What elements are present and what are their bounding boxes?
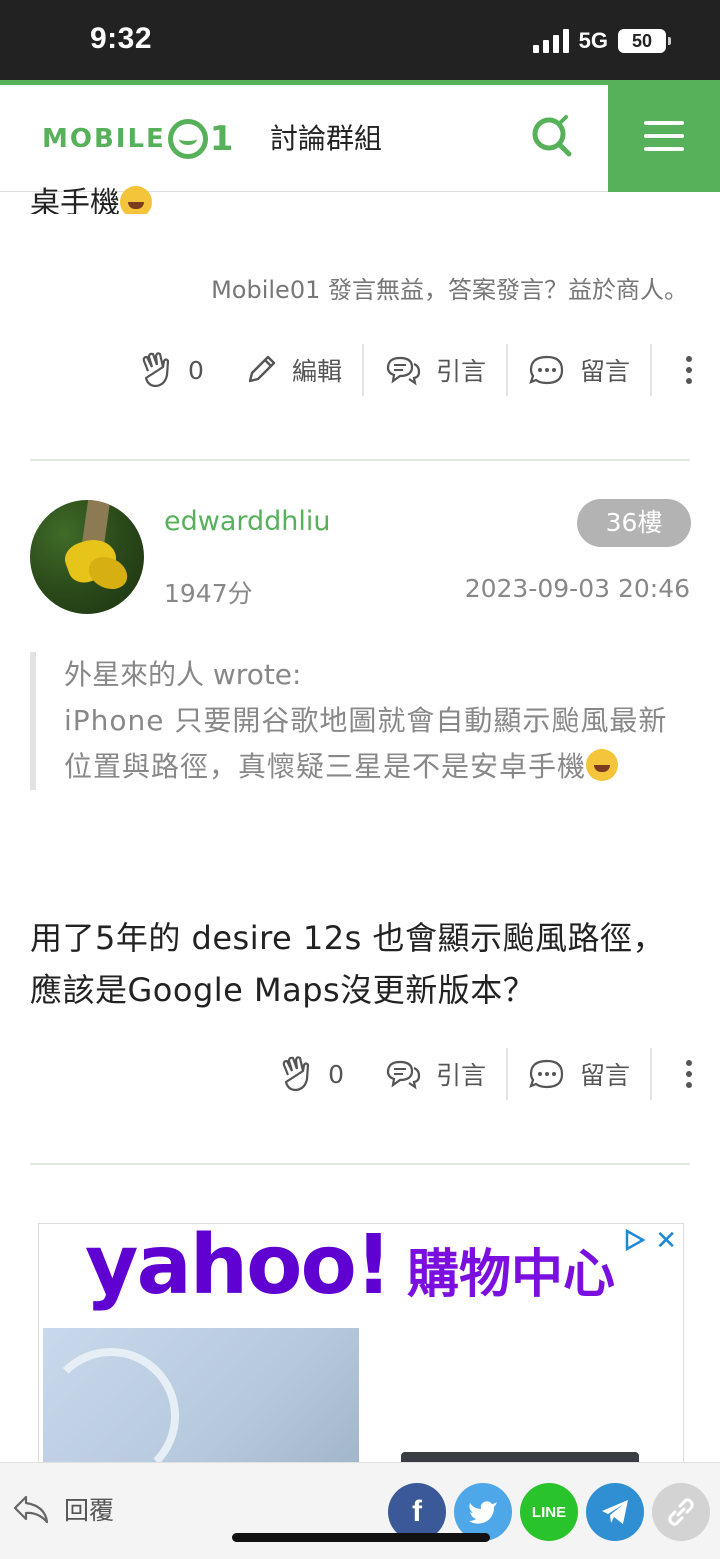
like-count: 0 — [188, 355, 204, 385]
laughing-emoji-icon — [586, 749, 619, 781]
menu-button[interactable] — [608, 80, 720, 192]
username-link[interactable]: edwarddhliu — [164, 506, 331, 537]
previous-post-text: 桌手機 — [30, 178, 152, 214]
status-bar: 9:32 5G 50 — [0, 0, 720, 80]
logo-suffix: 1 — [209, 119, 234, 159]
quote-button[interactable]: 引言 — [364, 1048, 508, 1100]
telegram-icon — [602, 1500, 628, 1524]
status-icons: 5G 50 — [532, 28, 671, 54]
facebook-icon: f — [412, 1495, 422, 1528]
avatar[interactable] — [30, 500, 144, 614]
floor-badge[interactable]: 36樓 — [577, 499, 691, 547]
post-body: 用了5年的 desire 12s 也會顯示颱風路徑，應該是Google Maps… — [30, 919, 665, 1009]
edit-label: 編輯 — [291, 357, 342, 386]
like-count: 0 — [328, 1059, 344, 1089]
quote-text: iPhone 只要開谷歌地圖就會自動顯示颱風最新位置與路徑，真懷疑三星是不是安卓… — [64, 704, 668, 783]
bottom-toolbar: 回覆 f LINE — [0, 1462, 720, 1559]
advertisement[interactable]: yahoo! 購物中心 ✕ — [38, 1223, 684, 1483]
quote-button[interactable]: 引言 — [364, 344, 508, 396]
reply-arrow-icon — [13, 1495, 49, 1524]
quote-label: 引言 — [435, 1061, 486, 1090]
post-timestamp: 2023-09-03 20:46 — [464, 574, 690, 603]
like-button[interactable]: 0 — [120, 344, 224, 396]
comment-bubble-icon — [529, 1059, 564, 1089]
twitter-icon — [469, 1501, 497, 1524]
logo-face-icon — [167, 119, 208, 159]
hamburger-icon — [644, 121, 684, 125]
laughing-emoji-icon — [120, 186, 152, 214]
comment-button[interactable]: 留言 — [508, 344, 652, 396]
share-telegram-button[interactable] — [586, 1483, 644, 1541]
kebab-icon — [686, 1060, 692, 1066]
post-divider — [30, 1163, 690, 1165]
edit-button[interactable]: 編輯 — [224, 344, 364, 396]
line-icon: LINE — [531, 1503, 567, 1521]
adchoices-icon[interactable] — [623, 1228, 647, 1252]
status-time: 9:32 — [90, 22, 153, 55]
network-type: 5G — [578, 28, 608, 53]
yahoo-logo: yahoo! — [85, 1223, 392, 1313]
pencil-icon — [248, 355, 276, 383]
reply-button[interactable]: 回覆 — [12, 1491, 114, 1527]
search-icon — [532, 115, 572, 157]
battery-icon: 50 — [618, 29, 671, 53]
previous-post-actions: 0 編輯 引言 留言 — [120, 344, 692, 396]
site-header: MOBILE 1 討論群組 — [0, 80, 720, 192]
ad-close-button[interactable]: ✕ — [655, 1226, 677, 1256]
comment-bubble-icon — [529, 355, 564, 385]
home-indicator — [232, 1533, 490, 1542]
more-options-button[interactable] — [652, 1048, 692, 1100]
copy-link-button[interactable] — [652, 1483, 710, 1541]
more-options-button[interactable] — [652, 344, 692, 396]
clap-icon — [142, 352, 170, 388]
kebab-icon — [686, 356, 692, 362]
ad-product-image — [43, 1328, 359, 1482]
post-divider — [30, 459, 690, 461]
quote-bubble-icon — [386, 356, 421, 386]
mobile01-logo[interactable]: MOBILE 1 — [42, 119, 233, 159]
post-actions: 0 引言 留言 — [260, 1048, 692, 1100]
ad-title: 購物中心 — [407, 1245, 616, 1305]
comment-label: 留言 — [579, 1061, 630, 1090]
quote-label: 引言 — [435, 357, 486, 386]
reply-label: 回覆 — [64, 1496, 115, 1525]
user-score: 1947分 — [164, 579, 253, 608]
page-title[interactable]: 討論群組 — [270, 117, 382, 157]
logo-text: MOBILE — [42, 124, 166, 154]
share-line-button[interactable]: LINE — [520, 1483, 578, 1541]
search-button[interactable] — [528, 113, 574, 159]
quote-author: 外星來的人 wrote: — [64, 658, 302, 691]
user-signature: Mobile01 發言無益，答案發言？益於商人。 — [211, 276, 688, 304]
comment-label: 留言 — [579, 357, 630, 386]
signal-icon — [532, 29, 569, 53]
clap-icon — [282, 1056, 310, 1092]
link-icon — [668, 1498, 694, 1526]
quote-block: 外星來的人 wrote: iPhone 只要開谷歌地圖就會自動顯示颱風最新位置與… — [30, 652, 690, 790]
comment-button[interactable]: 留言 — [508, 1048, 652, 1100]
like-button[interactable]: 0 — [260, 1048, 364, 1100]
quote-bubble-icon — [386, 1060, 421, 1090]
